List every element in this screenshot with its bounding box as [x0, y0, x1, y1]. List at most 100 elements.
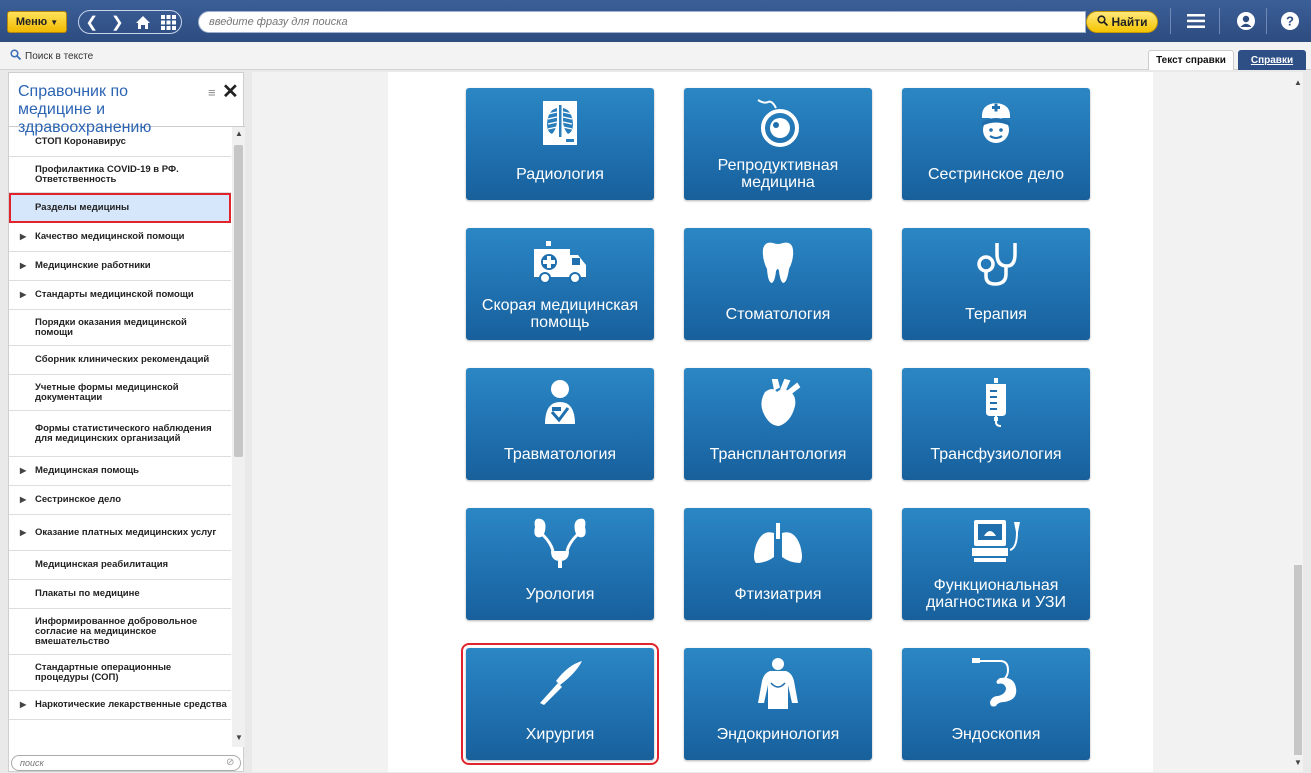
expand-arrow-icon[interactable]: ▶ — [20, 290, 26, 300]
expand-arrow-icon[interactable]: ▶ — [20, 528, 26, 538]
section-tile-label: Стоматология — [725, 305, 831, 323]
body-icon — [684, 654, 872, 712]
scrollbar-thumb[interactable] — [1294, 565, 1302, 755]
user-icon[interactable] — [1232, 8, 1260, 34]
section-tile[interactable]: Сестринское дело — [902, 88, 1090, 200]
back-icon[interactable]: ❮ — [81, 12, 103, 32]
section-tile[interactable]: Функциональная диагностика и УЗИ — [902, 508, 1090, 620]
nurse-icon — [902, 94, 1090, 152]
sidebar-item-label: Сестринское дело — [35, 494, 122, 505]
clear-icon[interactable]: ⊘ — [226, 757, 234, 768]
stethoscope-icon — [902, 234, 1090, 292]
sidebar-item[interactable]: Профилактика COVID-19 в РФ. Ответственно… — [9, 157, 231, 193]
sidebar-item[interactable]: ▶ Наркотические лекарственные средства — [9, 691, 231, 720]
text-search-label: Поиск в тексте — [25, 50, 94, 62]
tab-help-text[interactable]: Текст справки — [1148, 50, 1234, 70]
sidebar-item-label: Порядки оказания медицинской помощи — [35, 316, 187, 338]
divider — [1219, 8, 1220, 34]
section-tile[interactable]: Эндоскопия — [902, 648, 1090, 760]
sidebar-item-label: Формы статистического наблюдения для мед… — [35, 422, 212, 444]
search-input[interactable] — [199, 12, 1085, 32]
close-icon[interactable]: ✕ — [222, 79, 239, 104]
section-tile[interactable]: Урология — [466, 508, 654, 620]
sidebar-item[interactable]: Формы статистического наблюдения для мед… — [9, 411, 231, 457]
hamburger-icon[interactable] — [1182, 8, 1210, 34]
sidebar-item[interactable]: Плакаты по медицине — [9, 580, 231, 609]
sidebar-item-label: Наркотические лекарственные средства — [35, 699, 227, 710]
sidebar-search-input[interactable] — [11, 755, 241, 771]
expand-arrow-icon[interactable]: ▶ — [20, 261, 26, 271]
magnifier-icon — [1096, 15, 1108, 29]
sidebar: Справочник по медицине и здравоохранению… — [8, 72, 245, 772]
sidebar-item[interactable]: Информированное добровольное согласие на… — [9, 609, 231, 655]
section-tile[interactable]: Скорая медицинская помощь — [466, 228, 654, 340]
ambulance-icon — [466, 234, 654, 292]
sidebar-item[interactable]: Стандартные операционные процедуры (СОП) — [9, 655, 231, 691]
section-tile[interactable]: Хирургия — [461, 643, 659, 765]
sidebar-item[interactable]: Сборник клинических рекомендаций — [9, 346, 231, 375]
search-field[interactable] — [198, 11, 1086, 33]
scroll-down-icon[interactable]: ▼ — [1293, 758, 1303, 767]
scroll-up-icon[interactable]: ▲ — [1293, 78, 1303, 87]
help-icon[interactable]: ? — [1276, 8, 1304, 34]
grid-icon[interactable] — [157, 12, 179, 32]
expand-arrow-icon[interactable]: ▶ — [20, 700, 26, 710]
sidebar-item[interactable]: ▶ Качество медицинской помощи — [9, 223, 231, 252]
section-tile[interactable]: Терапия — [902, 228, 1090, 340]
tab-spravki[interactable]: Справки — [1238, 50, 1306, 70]
section-tile[interactable]: Трансфузиология — [902, 368, 1090, 480]
section-tile[interactable]: Трансплантология — [684, 368, 872, 480]
heart-icon — [684, 374, 872, 432]
xray-icon — [466, 94, 654, 152]
forward-icon[interactable]: ❯ — [106, 12, 128, 32]
sidebar-item[interactable]: ▶ Стандарты медицинской помощи — [9, 281, 231, 310]
secondary-toolbar: Поиск в тексте Текст справки Справки — [0, 42, 1311, 70]
section-tile[interactable]: Травматология — [466, 368, 654, 480]
sidebar-item[interactable]: Порядки оказания медицинской помощи — [9, 310, 231, 346]
top-toolbar: Меню ▼ ❮ ❯ Найти ? — [0, 0, 1311, 42]
section-tile-label: Скорая медицинская помощь — [481, 297, 639, 331]
sidebar-item[interactable]: Разделы медицины — [9, 193, 231, 223]
home-icon[interactable] — [132, 12, 154, 32]
menu-label: Меню — [15, 16, 48, 28]
iv-bag-icon — [902, 374, 1090, 432]
sidebar-item[interactable]: ▶ Медицинская помощь — [9, 457, 231, 486]
section-tile[interactable]: Фтизиатрия — [684, 508, 872, 620]
section-tile-label: Сестринское дело — [928, 165, 1064, 183]
section-tile-label: Трансплантология — [709, 445, 847, 463]
sidebar-scrollbar[interactable]: ▲ ▼ — [232, 127, 245, 747]
scalpel-icon — [466, 654, 654, 712]
scrollbar-thumb[interactable] — [234, 145, 243, 457]
section-tile[interactable]: Эндокринология — [684, 648, 872, 760]
section-tile[interactable]: Радиология — [466, 88, 654, 200]
main-scrollbar[interactable]: ▲ ▼ — [1293, 72, 1303, 772]
sidebar-item-label: Оказание платных медицинских услуг — [35, 526, 217, 538]
sidebar-item[interactable]: ▶ Медицинские работники — [9, 252, 231, 281]
expand-arrow-icon[interactable]: ▶ — [20, 466, 26, 476]
section-tile-label: Урология — [525, 585, 595, 603]
menu-button[interactable]: Меню ▼ — [7, 11, 67, 33]
scroll-up-icon[interactable]: ▲ — [234, 129, 244, 138]
section-tile[interactable]: Стоматология — [684, 228, 872, 340]
find-button[interactable]: Найти — [1086, 11, 1158, 33]
sidebar-item[interactable]: Учетные формы медицинской документации — [9, 375, 231, 411]
sidebar-item[interactable]: Медицинская реабилитация — [9, 551, 231, 580]
sidebar-item[interactable]: ▶ Сестринское дело — [9, 486, 231, 515]
expand-arrow-icon[interactable]: ▶ — [20, 495, 26, 505]
sidebar-item[interactable]: СТОП Коронавирус — [9, 127, 231, 157]
section-tile-label: Эндоскопия — [951, 725, 1041, 743]
list-menu-icon[interactable]: ≡ — [208, 85, 216, 100]
sidebar-item-label: Стандартные операционные процедуры (СОП) — [35, 661, 172, 683]
sidebar-item[interactable]: ▶ Оказание платных медицинских услуг — [9, 515, 231, 551]
text-search-button[interactable]: Поиск в тексте — [10, 49, 93, 63]
expand-arrow-icon[interactable]: ▶ — [20, 232, 26, 242]
ultrasound-icon — [902, 514, 1090, 572]
lungs-icon — [684, 514, 872, 572]
sidebar-item-label: Учетные формы медицинской документации — [35, 381, 179, 403]
section-tile[interactable]: Репродуктивная медицина — [684, 88, 872, 200]
section-tile-label: Терапия — [965, 305, 1027, 323]
scroll-down-icon[interactable]: ▼ — [234, 733, 244, 742]
sidebar-list: СТОП Коронавирус Профилактика COVID-19 в … — [9, 127, 231, 747]
svg-text:?: ? — [1286, 14, 1294, 29]
navigation-group: ❮ ❯ — [78, 10, 182, 34]
